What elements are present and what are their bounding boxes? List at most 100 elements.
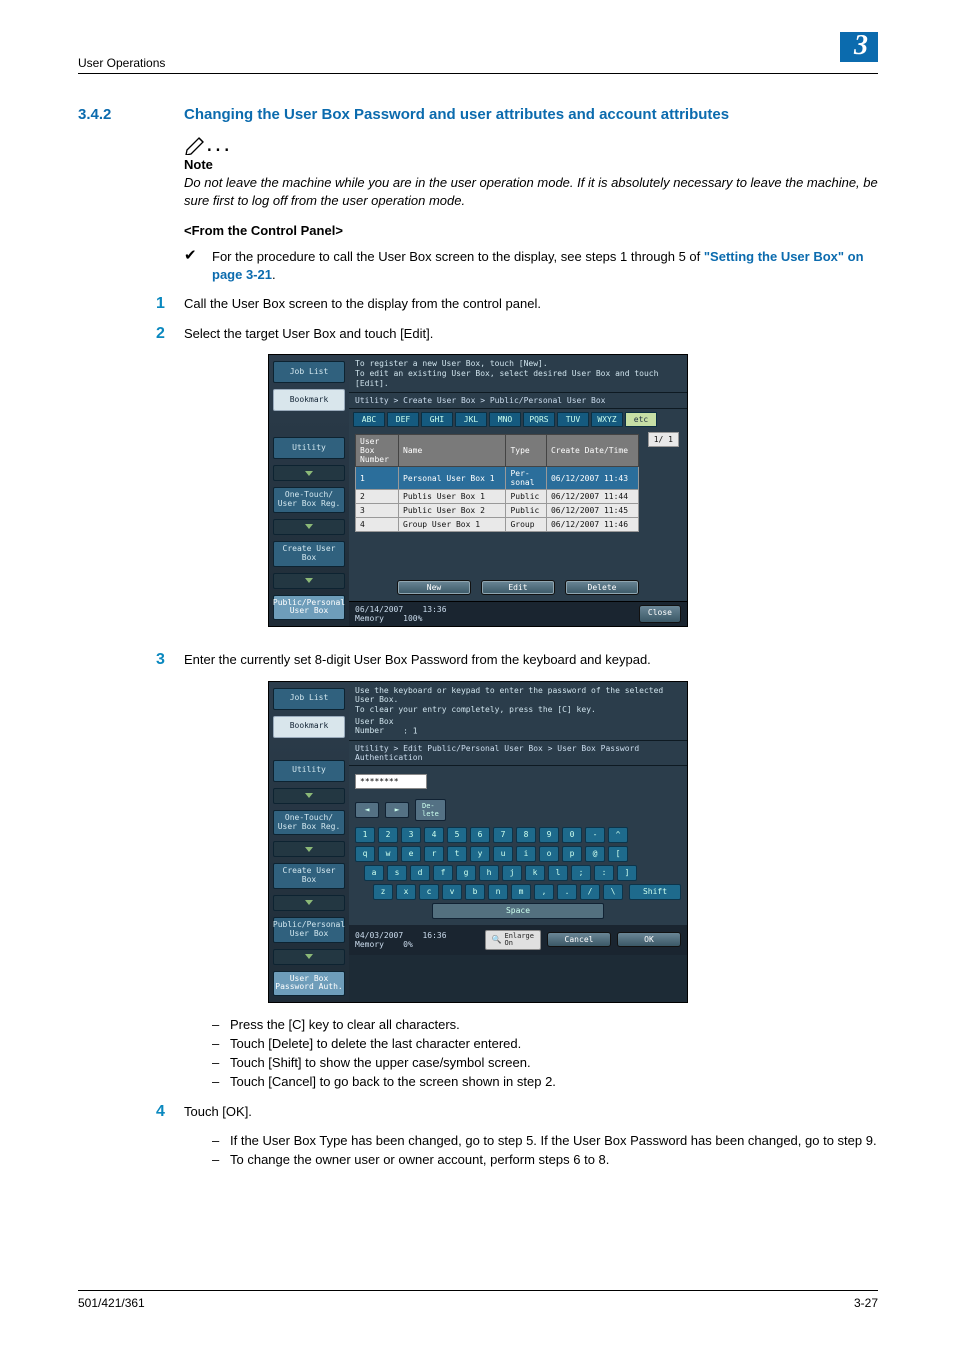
key-.[interactable]: . — [557, 884, 577, 900]
key-6[interactable]: 6 — [470, 827, 490, 843]
key-k[interactable]: k — [525, 865, 545, 881]
sidebar-public-personal[interactable]: Public/Personal User Box — [273, 917, 345, 943]
key-d[interactable]: d — [410, 865, 430, 881]
edit-button[interactable]: Edit — [481, 580, 555, 595]
sidebar-create-user-box[interactable]: Create User Box — [273, 863, 345, 889]
sidebar-job-list[interactable]: Job List — [273, 688, 345, 710]
delete-button[interactable]: Delete — [565, 580, 639, 595]
tab-pqrs[interactable]: PQRS — [523, 412, 555, 427]
key-o[interactable]: o — [539, 846, 559, 862]
sidebar-job-list[interactable]: Job List — [273, 361, 345, 383]
key-2[interactable]: 2 — [378, 827, 398, 843]
sidebar-utility[interactable]: Utility — [273, 760, 345, 782]
status-left: 06/14/2007 13:36 Memory 100% — [355, 605, 447, 623]
new-button[interactable]: New — [397, 580, 471, 595]
th-number: User Box Number — [356, 435, 399, 467]
sidebar-onetouch[interactable]: One-Touch/ User Box Reg. — [273, 810, 345, 836]
status-date: 04/03/2007 — [355, 931, 403, 940]
key-@[interactable]: @ — [585, 846, 605, 862]
key-x[interactable]: x — [396, 884, 416, 900]
tab-tuv[interactable]: TUV — [557, 412, 589, 427]
dash-icon: – — [212, 1074, 230, 1089]
tab-mno[interactable]: MNO — [489, 412, 521, 427]
key-u[interactable]: u — [493, 846, 513, 862]
key-m[interactable]: m — [511, 884, 531, 900]
key-b[interactable]: b — [465, 884, 485, 900]
key-1[interactable]: 1 — [355, 827, 375, 843]
password-input[interactable]: ******** — [355, 774, 427, 789]
delete-key-button[interactable]: De- lete — [415, 799, 446, 821]
key-h[interactable]: h — [479, 865, 499, 881]
key-4[interactable]: 4 — [424, 827, 444, 843]
cursor-left-button[interactable]: ◄ — [355, 802, 379, 818]
th-date: Create Date/Time — [546, 435, 638, 467]
key-/[interactable]: / — [580, 884, 600, 900]
sidebar-arrow-3 — [273, 895, 345, 911]
key-0[interactable]: 0 — [562, 827, 582, 843]
dash-icon: – — [212, 1055, 230, 1070]
key-8[interactable]: 8 — [516, 827, 536, 843]
key-\[interactable]: \ — [603, 884, 623, 900]
tab-ghi[interactable]: GHI — [421, 412, 453, 427]
status-mem-label: Memory — [355, 614, 384, 623]
key-p[interactable]: p — [562, 846, 582, 862]
key-^[interactable]: ^ — [608, 827, 628, 843]
alpha-tabs: ABC DEF GHI JKL MNO PQRS TUV WXYZ etc — [349, 409, 687, 430]
tab-jkl[interactable]: JKL — [455, 412, 487, 427]
key-][interactable]: ] — [617, 865, 637, 881]
key-[[interactable]: [ — [608, 846, 628, 862]
cancel-button[interactable]: Cancel — [547, 932, 611, 947]
ok-button[interactable]: OK — [617, 932, 681, 947]
tab-wxyz[interactable]: WXYZ — [591, 412, 623, 427]
key-s[interactable]: s — [387, 865, 407, 881]
sidebar-utility[interactable]: Utility — [273, 437, 345, 459]
sidebar-create-user-box[interactable]: Create User Box — [273, 541, 345, 567]
space-key[interactable]: Space — [432, 903, 604, 919]
key-,[interactable]: , — [534, 884, 554, 900]
sidebar-bookmark[interactable]: Bookmark — [273, 716, 345, 738]
key-y[interactable]: y — [470, 846, 490, 862]
key-5[interactable]: 5 — [447, 827, 467, 843]
key-l[interactable]: l — [548, 865, 568, 881]
key-z[interactable]: z — [373, 884, 393, 900]
key-i[interactable]: i — [516, 846, 536, 862]
key-q[interactable]: q — [355, 846, 375, 862]
step-4-number: 4 — [156, 1103, 184, 1121]
key-j[interactable]: j — [502, 865, 522, 881]
key-v[interactable]: v — [442, 884, 462, 900]
page-indicator: 1/ 1 — [648, 432, 679, 447]
enlarge-toggle[interactable]: 🔍 Enlarge On — [485, 930, 541, 950]
key-r[interactable]: r — [424, 846, 444, 862]
key-w[interactable]: w — [378, 846, 398, 862]
close-button[interactable]: Close — [639, 605, 681, 623]
key-f[interactable]: f — [433, 865, 453, 881]
key-g[interactable]: g — [456, 865, 476, 881]
key-3[interactable]: 3 — [401, 827, 421, 843]
sidebar-onetouch[interactable]: One-Touch/ User Box Reg. — [273, 487, 345, 513]
key-9[interactable]: 9 — [539, 827, 559, 843]
key-7[interactable]: 7 — [493, 827, 513, 843]
sidebar-public-personal[interactable]: Public/Personal User Box — [273, 595, 345, 621]
key-;[interactable]: ; — [571, 865, 591, 881]
dash-icon: – — [212, 1017, 230, 1032]
status-time: 13:36 — [422, 605, 446, 614]
tab-def[interactable]: DEF — [387, 412, 419, 427]
table-row[interactable]: 3 Public User Box 2 Public 06/12/2007 11… — [356, 504, 639, 518]
cursor-right-button[interactable]: ► — [385, 802, 409, 818]
shift-key[interactable]: Shift — [629, 884, 681, 900]
key-c[interactable]: c — [419, 884, 439, 900]
key-e[interactable]: e — [401, 846, 421, 862]
key-n[interactable]: n — [488, 884, 508, 900]
key-:[interactable]: : — [594, 865, 614, 881]
tab-etc[interactable]: etc — [625, 412, 657, 427]
table-row[interactable]: 2 Publis User Box 1 Public 06/12/2007 11… — [356, 490, 639, 504]
cell-name: Group User Box 1 — [399, 518, 506, 532]
key-a[interactable]: a — [364, 865, 384, 881]
sidebar-password-auth[interactable]: User Box Password Auth. — [273, 971, 345, 997]
table-row[interactable]: 4 Group User Box 1 Group 06/12/2007 11:4… — [356, 518, 639, 532]
table-row[interactable]: 1 Personal User Box 1 Per- sonal 06/12/2… — [356, 467, 639, 490]
key-t[interactable]: t — [447, 846, 467, 862]
sidebar-bookmark[interactable]: Bookmark — [273, 389, 345, 411]
tab-abc[interactable]: ABC — [353, 412, 385, 427]
key--[interactable]: - — [585, 827, 605, 843]
